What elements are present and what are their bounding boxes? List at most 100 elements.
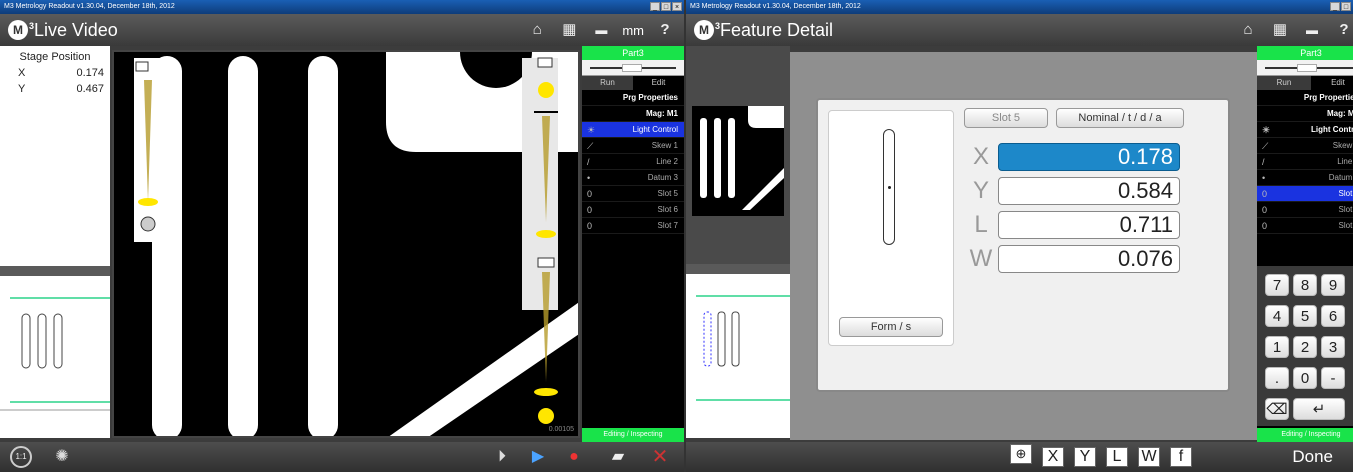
- program-step-2[interactable]: Mag: M1: [582, 106, 684, 122]
- program-step-3[interactable]: ☀ Light Control: [582, 122, 684, 138]
- feature-shape-preview: Form / s: [828, 110, 954, 346]
- program-step-6[interactable]: • Datum 3: [1257, 170, 1353, 186]
- maximize-button[interactable]: □: [661, 2, 671, 11]
- step-type-icon: ⟋: [1262, 141, 1269, 151]
- y-value-row: Y 0.584: [964, 176, 1180, 206]
- keypad-key[interactable]: 0: [1293, 367, 1317, 389]
- keypad-key[interactable]: 8: [1293, 274, 1317, 296]
- maximize-button[interactable]: □: [1341, 2, 1351, 11]
- enter-icon[interactable]: ↵: [1293, 398, 1345, 420]
- light-slider[interactable]: [1257, 60, 1353, 76]
- program-step-5[interactable]: / Line 2: [1257, 154, 1353, 170]
- comment-icon[interactable]: ▰: [606, 445, 630, 469]
- step-type-icon: ⟋: [587, 141, 594, 151]
- step-label: Skew 1: [1332, 141, 1353, 150]
- program-step-5[interactable]: / Line 2: [582, 154, 684, 170]
- breakpoint-icon[interactable]: ●: [562, 445, 586, 469]
- w-value-field[interactable]: 0.076: [998, 245, 1180, 273]
- insert-step-icon[interactable]: ▶: [526, 445, 550, 469]
- program-step-8[interactable]: 0 Slot 6: [582, 202, 684, 218]
- tab-run[interactable]: Run: [1257, 76, 1311, 90]
- tab-edit[interactable]: Edit: [1311, 76, 1353, 90]
- step-label: Skew 1: [651, 141, 678, 150]
- keypad-key[interactable]: 1: [1265, 336, 1289, 358]
- light-slider[interactable]: [582, 60, 684, 76]
- home-icon[interactable]: ⌂: [526, 19, 548, 41]
- program-step-8[interactable]: 0 Slot 6: [1257, 202, 1353, 218]
- program-step-1[interactable]: Prg Properties: [582, 90, 684, 106]
- done-button[interactable]: Done: [1292, 447, 1333, 467]
- program-step-1[interactable]: Prg Properties: [1257, 90, 1353, 106]
- stage-position-title: Stage Position: [19, 51, 91, 63]
- measure-button-w[interactable]: W: [1138, 447, 1160, 467]
- help-icon[interactable]: ?: [654, 19, 676, 41]
- x-value-field[interactable]: 0.178: [998, 143, 1180, 171]
- part-overview-map[interactable]: [0, 266, 110, 438]
- grid-icon[interactable]: ▦: [1269, 19, 1291, 41]
- crosshair-button[interactable]: ⊕: [1010, 444, 1032, 464]
- video-frame: [134, 52, 578, 436]
- step-type-icon: 0: [1262, 221, 1268, 231]
- live-video-view[interactable]: 0.00105: [112, 50, 580, 438]
- status-bar: Editing / Inspecting: [582, 428, 684, 442]
- keypad-key[interactable]: 6: [1321, 305, 1345, 327]
- program-step-9[interactable]: 0 Slot 7: [1257, 218, 1353, 234]
- backspace-icon[interactable]: ⌫: [1265, 398, 1289, 420]
- grid-icon[interactable]: ▦: [558, 19, 580, 41]
- ruler-icon[interactable]: ▬: [1301, 19, 1323, 41]
- measure-button-f[interactable]: f: [1170, 447, 1192, 467]
- zoom-button[interactable]: 1:1: [10, 446, 32, 468]
- x-label: X: [972, 143, 989, 170]
- program-step-2[interactable]: Mag: M1: [1257, 106, 1353, 122]
- program-step-3[interactable]: ☀ Light Contro: [1257, 122, 1353, 138]
- help-icon[interactable]: ?: [1333, 19, 1353, 41]
- keypad-key[interactable]: 5: [1293, 305, 1317, 327]
- units-label[interactable]: mm: [622, 23, 644, 38]
- feature-name-button[interactable]: Slot 5: [964, 108, 1048, 128]
- program-step-list: Prg Properties Mag: M1 ☀ Light Contro ⟋ Skew …: [1257, 90, 1353, 234]
- form-button[interactable]: Form / s: [839, 317, 943, 337]
- tab-run[interactable]: Run: [582, 76, 633, 90]
- step-label: Slot 6: [1338, 205, 1353, 214]
- home-icon[interactable]: ⌂: [1237, 19, 1259, 41]
- m3-logo: M3: [8, 20, 34, 40]
- step-type-icon: ☀: [1262, 125, 1271, 135]
- program-step-7[interactable]: 0 Slot 5: [582, 186, 684, 202]
- keypad-key[interactable]: 3: [1321, 336, 1345, 358]
- light-icon[interactable]: ✺: [50, 445, 74, 469]
- keypad-key[interactable]: 4: [1265, 305, 1289, 327]
- keypad-key[interactable]: .: [1265, 367, 1289, 389]
- step-type-icon: •: [587, 173, 591, 183]
- part-name: Part3: [1257, 46, 1353, 60]
- keypad-key[interactable]: 7: [1265, 274, 1289, 296]
- bottom-toolbar: ⊕ XYLWf Done: [686, 442, 1353, 472]
- minimize-button[interactable]: _: [650, 2, 660, 11]
- step-type-icon: •: [1262, 173, 1266, 183]
- l-value-field[interactable]: 0.711: [998, 211, 1180, 239]
- step-label: Slot 7: [657, 221, 678, 230]
- minimize-button[interactable]: _: [1330, 2, 1340, 11]
- program-step-9[interactable]: 0 Slot 7: [582, 218, 684, 234]
- keypad-key[interactable]: 2: [1293, 336, 1317, 358]
- play-step-icon[interactable]: ⏵: [490, 445, 514, 469]
- keypad-key[interactable]: -: [1321, 367, 1345, 389]
- measure-button-y[interactable]: Y: [1074, 447, 1096, 467]
- program-step-4[interactable]: ⟋ Skew 1: [582, 138, 684, 154]
- delete-icon[interactable]: ✕: [648, 445, 672, 469]
- window-titlebar: M3 Metrology Readout v1.30.04, December …: [686, 0, 1353, 14]
- part-overview-map[interactable]: [686, 264, 790, 438]
- y-value-field[interactable]: 0.584: [998, 177, 1180, 205]
- ruler-icon[interactable]: ▬: [590, 19, 612, 41]
- program-step-4[interactable]: ⟋ Skew 1: [1257, 138, 1353, 154]
- program-step-6[interactable]: • Datum 3: [582, 170, 684, 186]
- program-step-7[interactable]: 0 Slot 5: [1257, 186, 1353, 202]
- nominal-button[interactable]: Nominal / t / d / a: [1056, 108, 1184, 128]
- measure-button-x[interactable]: X: [1042, 447, 1064, 467]
- measure-button-l[interactable]: L: [1106, 447, 1128, 467]
- video-thumbnail: [692, 106, 784, 216]
- tab-edit[interactable]: Edit: [633, 76, 684, 90]
- keypad-key[interactable]: 9: [1321, 274, 1345, 296]
- step-label: Prg Properties: [1303, 93, 1353, 102]
- close-button[interactable]: ×: [672, 2, 682, 11]
- program-step-list: Prg Properties Mag: M1 ☀ Light Control ⟋ Skew…: [582, 90, 684, 234]
